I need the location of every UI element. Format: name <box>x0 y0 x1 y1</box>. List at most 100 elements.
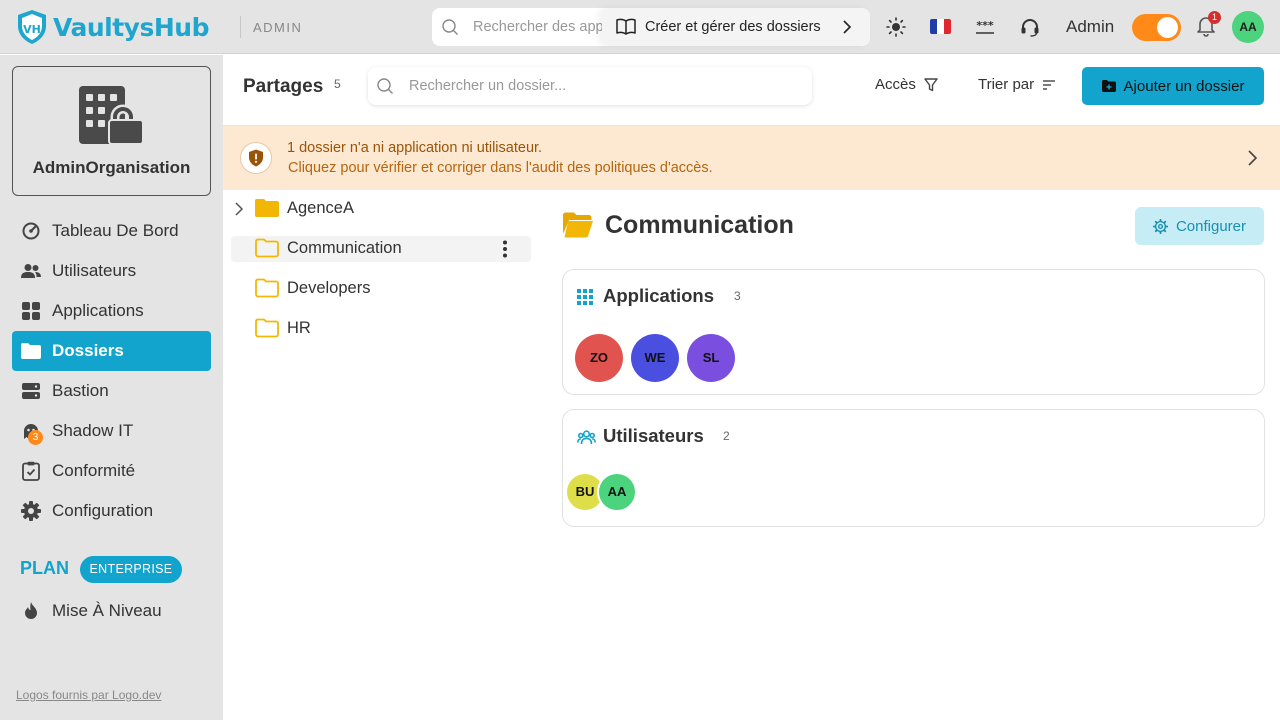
user-avatar[interactable]: AA <box>597 472 637 512</box>
configure-label: Configurer <box>1175 217 1247 235</box>
shadow-it-badge: 3 <box>28 430 43 445</box>
tree-item-label: Developers <box>287 279 371 297</box>
svg-text:VH: VH <box>23 23 41 36</box>
folder-search-input[interactable]: Rechercher un dossier... <box>368 67 812 105</box>
book-open-icon <box>616 18 636 35</box>
tree-item-hr[interactable]: HR <box>231 316 531 342</box>
svg-text:***: *** <box>976 19 994 32</box>
sun-icon[interactable] <box>886 17 906 37</box>
folder-search-placeholder: Rechercher un dossier... <box>409 78 567 94</box>
apps-grid-icon <box>577 289 593 305</box>
guide-label: Créer et gérer des dossiers <box>645 19 821 35</box>
flame-icon <box>21 601 41 621</box>
add-folder-button[interactable]: Ajouter un dossier <box>1082 67 1264 105</box>
sort-label: Trier par <box>978 76 1035 93</box>
search-icon <box>442 19 458 35</box>
plan-badge: ENTERPRISE <box>80 556 182 583</box>
sidebar-item-configuration[interactable]: Configuration <box>12 491 211 531</box>
gauge-icon <box>21 221 41 241</box>
sidebar-item-label: Bastion <box>52 381 109 400</box>
sidebar-item-label: Dossiers <box>52 341 124 360</box>
sidebar: AdminOrganisation Tableau De Bord Utilis… <box>0 55 223 720</box>
filter-icon <box>924 77 938 91</box>
users-count: 2 <box>723 429 730 443</box>
section-label: ADMIN <box>253 20 303 35</box>
avatar[interactable]: AA <box>1232 11 1264 43</box>
shield-logo-icon: VH <box>18 10 46 44</box>
sidebar-item-compliance[interactable]: Conformité <box>12 451 211 491</box>
admin-mode-toggle[interactable] <box>1132 14 1181 41</box>
policy-audit-alert[interactable]: 1 dossier n'a ni application ni utilisat… <box>223 126 1280 190</box>
grid-icon <box>21 301 41 321</box>
sidebar-item-dashboard[interactable]: Tableau De Bord <box>12 211 211 251</box>
organisation-name: AdminOrganisation <box>32 158 191 177</box>
support-headset-icon[interactable] <box>1019 16 1041 38</box>
sidebar-item-label: Utilisateurs <box>52 261 137 280</box>
users-title: Utilisateurs <box>603 425 704 446</box>
app-logo[interactable]: VH VaultysHub <box>16 9 209 45</box>
sidebar-item-label: Applications <box>52 301 144 320</box>
tree-item-agencea[interactable]: AgenceA <box>231 196 531 222</box>
folder-filled-icon <box>255 199 279 217</box>
upgrade-button[interactable]: Mise À Niveau <box>12 591 211 631</box>
plan-label: PLAN <box>20 558 69 578</box>
page-title: Partages <box>243 76 324 97</box>
app-avatar[interactable]: WE <box>631 334 679 382</box>
tree-item-label: HR <box>287 319 311 337</box>
folder-plus-icon <box>1101 80 1116 92</box>
organisation-card[interactable]: AdminOrganisation <box>12 66 211 196</box>
sidebar-item-label: Tableau De Bord <box>52 221 179 240</box>
tree-item-communication[interactable]: Communication <box>231 236 531 262</box>
folder-count-badge: 5 <box>334 77 341 91</box>
sidebar-item-label: Shadow IT <box>52 421 134 440</box>
sidebar-item-shadow-it[interactable]: 3 Shadow IT <box>12 411 211 451</box>
alert-description: Cliquez pour vérifier et corriger dans l… <box>288 160 713 176</box>
sidebar-item-label: Configuration <box>52 501 154 520</box>
toggle-knob <box>1157 17 1178 38</box>
shield-warning-icon <box>240 142 272 174</box>
sidebar-item-folders[interactable]: Dossiers <box>12 331 211 371</box>
app-avatar[interactable]: ZO <box>575 334 623 382</box>
tree-item-label: AgenceA <box>287 199 354 217</box>
chevron-right-icon <box>1248 150 1258 166</box>
user-role-label: Admin <box>1066 17 1115 36</box>
folder-title: Communication <box>605 211 794 239</box>
building-lock-icon <box>79 86 144 145</box>
french-flag-icon[interactable] <box>930 19 951 34</box>
search-icon <box>377 78 393 94</box>
chevron-right-icon[interactable] <box>233 202 245 216</box>
applications-count: 3 <box>734 289 741 303</box>
divider <box>240 16 241 38</box>
logo-text: VaultysHub <box>53 12 209 42</box>
password-icon[interactable]: *** <box>974 18 996 36</box>
server-icon <box>21 381 41 401</box>
guide-button[interactable]: Créer et gérer des dossiers <box>602 8 870 46</box>
tree-item-label: Communication <box>287 239 402 257</box>
sidebar-item-applications[interactable]: Applications <box>12 291 211 331</box>
folder-outline-icon <box>255 278 279 298</box>
users-card: Utilisateurs 2 BU AA <box>562 409 1265 527</box>
sidebar-item-bastion[interactable]: Bastion <box>12 371 211 411</box>
configure-button[interactable]: Configurer <box>1135 207 1264 245</box>
sort-button[interactable]: Trier par <box>978 76 1056 93</box>
main-header: Partages 5 Rechercher un dossier... Accè… <box>223 55 1280 126</box>
logo-credit-link[interactable]: Logos fournis par Logo.dev <box>16 688 161 702</box>
users-icon <box>21 261 41 281</box>
ghost-icon: 3 <box>21 421 43 445</box>
sidebar-item-label: Conformité <box>52 461 136 480</box>
access-filter-button[interactable]: Accès <box>875 76 938 93</box>
clipboard-check-icon <box>21 461 41 481</box>
access-filter-label: Accès <box>875 76 916 93</box>
sidebar-item-users[interactable]: Utilisateurs <box>12 251 211 291</box>
users-icon <box>577 430 596 445</box>
alert-title: 1 dossier n'a ni application ni utilisat… <box>287 140 543 156</box>
more-vertical-icon[interactable] <box>502 240 508 258</box>
sort-icon <box>1043 79 1056 90</box>
app-avatar[interactable]: SL <box>687 334 735 382</box>
add-folder-label: Ajouter un dossier <box>1123 77 1245 95</box>
notification-badge: 1 <box>1208 11 1221 24</box>
tree-item-developers[interactable]: Developers <box>231 276 531 302</box>
upgrade-label: Mise À Niveau <box>52 601 162 620</box>
chevron-right-icon <box>843 20 852 34</box>
folder-outline-icon <box>255 238 279 258</box>
